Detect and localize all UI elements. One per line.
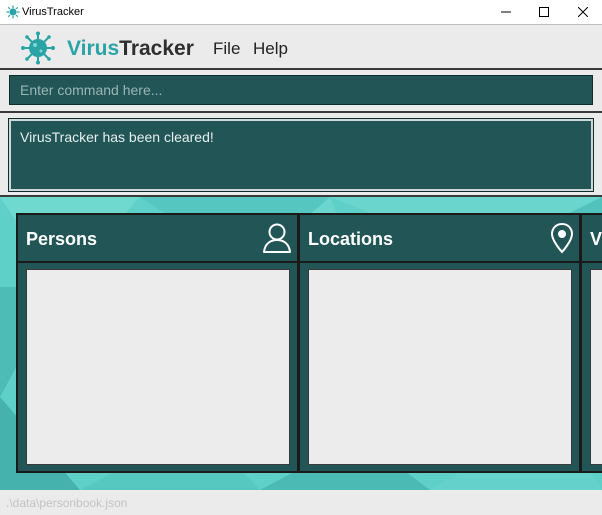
window-title-bar: VirusTracker xyxy=(0,0,602,24)
result-display-container: VirusTracker has been cleared! xyxy=(0,113,602,197)
result-display[interactable]: VirusTracker has been cleared! xyxy=(8,118,594,192)
persons-panel-header: Persons xyxy=(18,215,297,263)
status-file-path: .\data\personbook.json xyxy=(6,496,128,510)
locations-panel-header: Locations xyxy=(300,215,579,263)
third-panel-title: V xyxy=(590,229,602,249)
close-button[interactable] xyxy=(564,0,602,24)
persons-list[interactable] xyxy=(26,269,290,465)
third-panel-header: V xyxy=(582,215,602,263)
third-panel-list[interactable] xyxy=(590,269,602,465)
locations-title: Locations xyxy=(308,229,394,249)
close-icon xyxy=(578,7,588,17)
menu-file[interactable]: File xyxy=(213,39,240,59)
window-title: VirusTracker xyxy=(22,6,84,18)
result-message: VirusTracker has been cleared! xyxy=(20,129,214,145)
locations-panel: Locations xyxy=(298,213,581,473)
minimize-button[interactable] xyxy=(487,0,525,24)
app-brand: VirusTracker xyxy=(67,37,194,61)
main-panel-area: Persons Locations V xyxy=(0,197,602,490)
virus-app-icon xyxy=(6,5,20,19)
location-pin-icon xyxy=(550,222,574,254)
brand-tracker: Tracker xyxy=(119,37,194,60)
app-header: VirusTracker File Help xyxy=(0,24,602,70)
minimize-icon xyxy=(501,11,511,13)
persons-panel: Persons xyxy=(16,213,299,473)
virus-logo-icon xyxy=(21,31,55,65)
persons-title: Persons xyxy=(26,229,98,249)
locations-list[interactable] xyxy=(308,269,572,465)
menu-help[interactable]: Help xyxy=(253,39,288,59)
maximize-icon xyxy=(539,7,549,17)
maximize-button[interactable] xyxy=(525,0,563,24)
command-input[interactable] xyxy=(9,75,593,105)
brand-virus: Virus xyxy=(67,37,120,60)
third-panel: V xyxy=(580,213,602,473)
person-icon xyxy=(263,223,291,253)
status-bar: .\data\personbook.json xyxy=(0,490,602,515)
command-box-container xyxy=(0,70,602,113)
